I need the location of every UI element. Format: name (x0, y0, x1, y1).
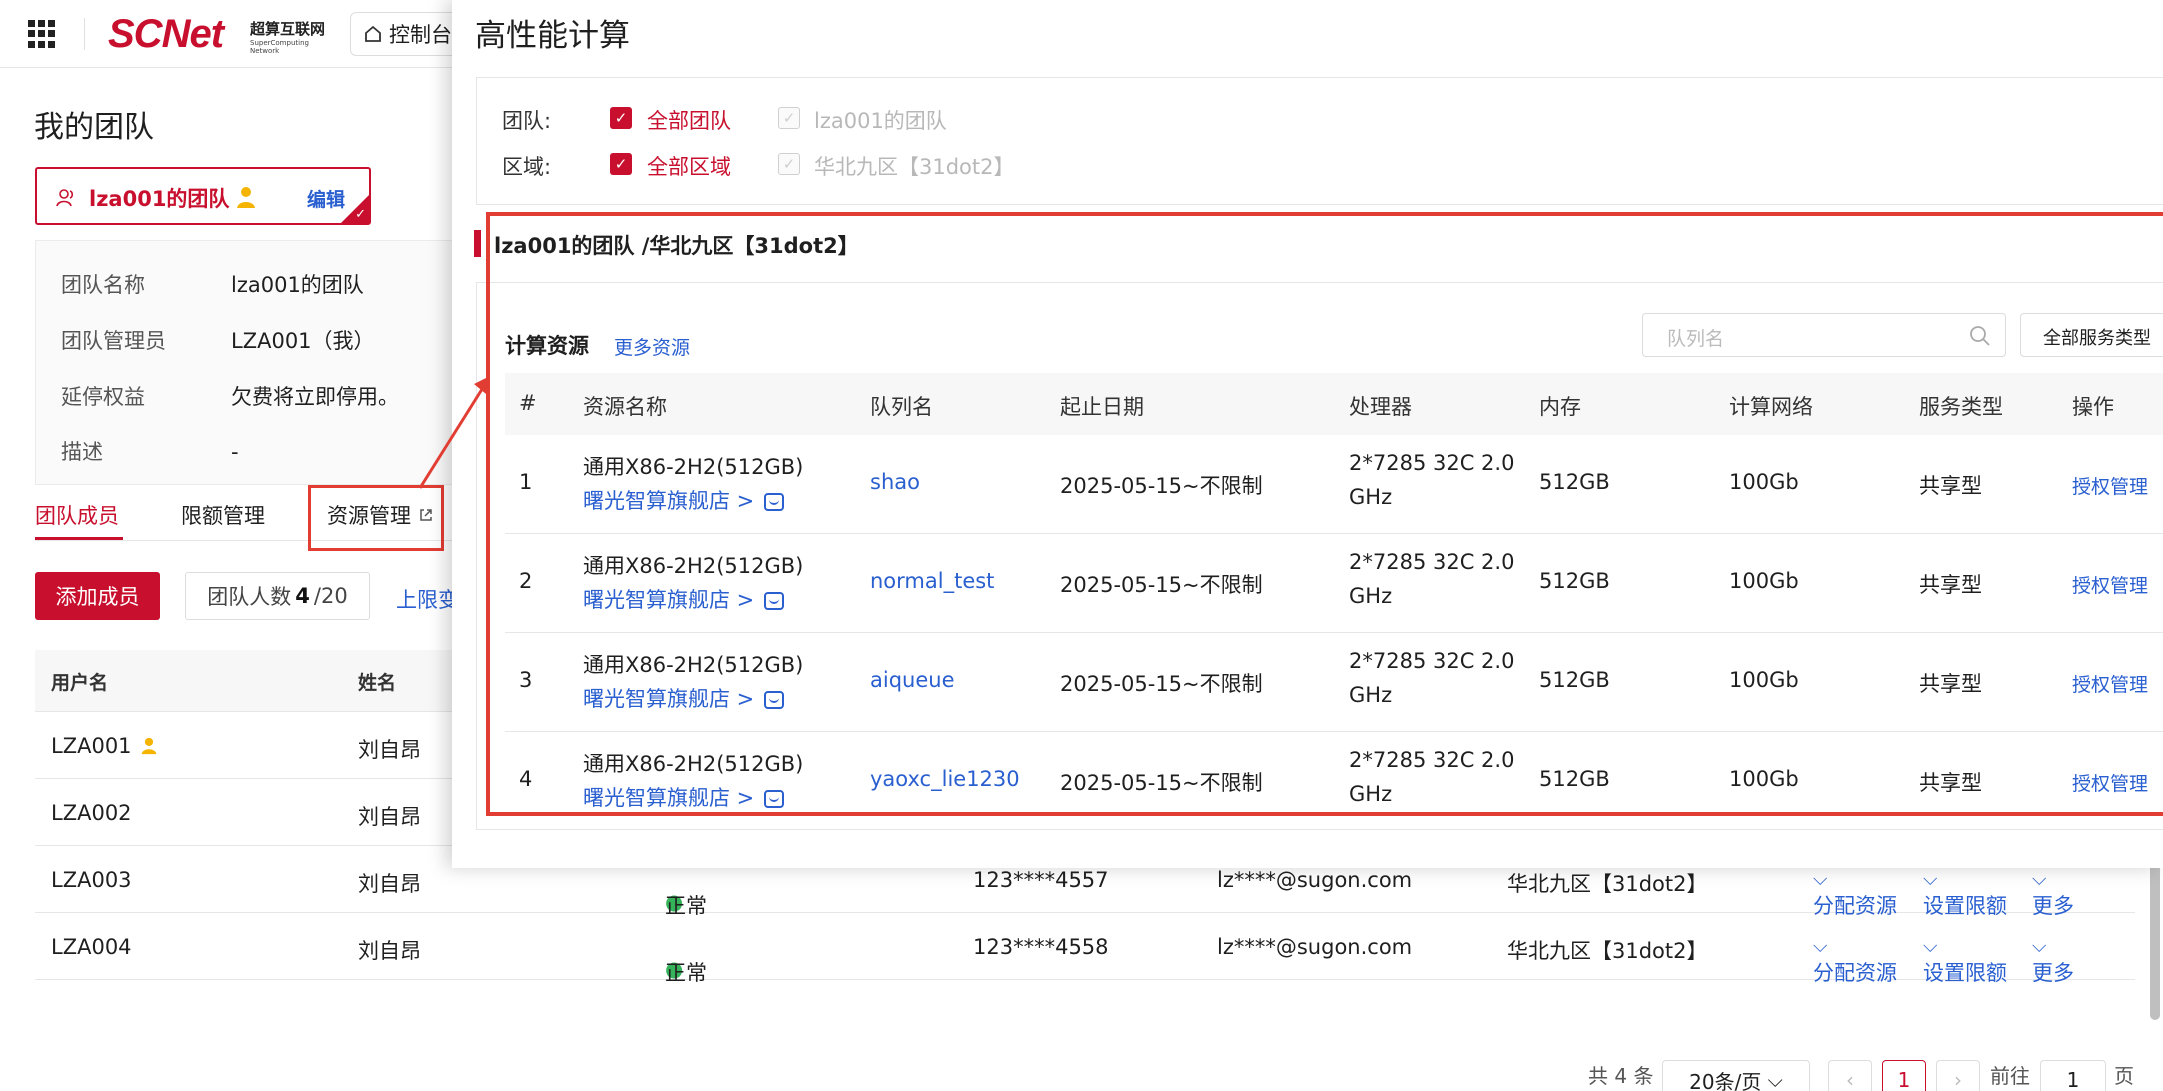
member-phone: 123****4557 (973, 868, 1109, 892)
assign-resource-button[interactable]: 分配资源 ⌵ (1813, 935, 1897, 985)
team-all-checkbox[interactable]: ✓ (610, 107, 632, 129)
member-region: 华北九区【31dot2】 (1507, 872, 1708, 896)
member-name: 刘自昂 (358, 939, 421, 963)
resource-tab-highlight (308, 485, 444, 551)
active-tab-indicator (35, 537, 123, 540)
goto-page-input[interactable]: 1 (2040, 1060, 2106, 1091)
member-email: lz****@sugon.com (1217, 868, 1413, 892)
info-key: 描述 (61, 440, 103, 464)
member-username: LZA004 (51, 935, 132, 959)
tab-members[interactable]: 团队成员 (35, 500, 119, 530)
prev-page-button[interactable]: ‹ (1828, 1060, 1872, 1091)
more-label: 更多 (2032, 961, 2074, 985)
col-name: 姓名 (358, 672, 397, 694)
info-value: 欠费将立即停用。 (231, 385, 399, 409)
console-label: 控制台 (389, 23, 452, 47)
team-option-checkbox[interactable]: ✓ (778, 107, 800, 129)
admin-badge-icon (237, 187, 255, 208)
check-icon: ✓ (355, 207, 366, 222)
app-grid-icon[interactable] (28, 20, 56, 48)
info-row-admin: 团队管理员 LZA001（我） (61, 325, 375, 355)
assign-label: 分配资源 (1813, 961, 1897, 985)
region-filter-label: 区域: (502, 155, 552, 179)
team-option-label[interactable]: lza001的团队 (814, 105, 947, 135)
info-value: lza001的团队 (231, 273, 364, 297)
table-row: LZA004 刘自昂 ● 正常 123****4558 lz****@sugon.… (35, 913, 2135, 985)
info-key: 团队管理员 (61, 329, 166, 353)
info-value: - (231, 440, 239, 464)
region-all-label[interactable]: 全部区域 (647, 151, 731, 181)
tab-limits[interactable]: 限额管理 (181, 500, 265, 530)
logo-cn: 超算互联网 (250, 20, 326, 38)
current-page[interactable]: 1 (1882, 1060, 1926, 1091)
region-option-checkbox[interactable]: ✓ (778, 153, 800, 175)
team-info: 团队名称 lza001的团队 团队管理员 LZA001（我） 延停权益 欠费将立即停用… (35, 240, 455, 485)
logo-en-2: Network (250, 47, 280, 55)
info-row-team-name: 团队名称 lza001的团队 (61, 269, 364, 299)
goto-suffix: 页 (2114, 1064, 2134, 1088)
member-count-suffix: /20 (313, 584, 348, 608)
team-all-label[interactable]: 全部团队 (647, 105, 731, 135)
goto-prefix: 前往 (1990, 1064, 2030, 1088)
panel-title: 高性能计算 (475, 18, 630, 54)
filter-box (476, 77, 2163, 205)
page-title: 我的团队 (34, 110, 154, 145)
info-key: 团队名称 (61, 273, 145, 297)
set-limit-button[interactable]: 设置限额 ⌵ (1923, 868, 2007, 918)
info-row-desc: 描述 - (61, 436, 239, 466)
member-username: LZA002 (51, 801, 132, 825)
edit-team-button[interactable]: 编辑 (307, 185, 345, 212)
next-page-button[interactable]: › (1936, 1060, 1980, 1091)
home-icon (365, 25, 381, 42)
member-email: lz****@sugon.com (1217, 935, 1413, 959)
info-value: LZA001（我） (231, 329, 375, 353)
divider (84, 18, 85, 50)
col-username: 用户名 (51, 672, 109, 694)
member-username: LZA001 (51, 734, 158, 758)
team-filter-label: 团队: (502, 109, 552, 133)
resource-highlight-frame (486, 212, 2163, 816)
member-name: 刘自昂 (358, 738, 421, 762)
region-all-checkbox[interactable]: ✓ (610, 153, 632, 175)
admin-badge-icon (141, 737, 156, 755)
page-size-select[interactable]: 20条/页 ⌵ (1662, 1060, 1810, 1091)
status-text: 正常 (665, 961, 707, 985)
page-size-label: 20条/页 (1689, 1069, 1762, 1091)
more-button[interactable]: 更多 ⌵ (2032, 935, 2074, 985)
pager-total: 共 4 条 (1588, 1064, 1654, 1088)
member-region: 华北九区【31dot2】 (1507, 939, 1708, 963)
section-marker (474, 230, 481, 257)
member-count-prefix: 团队人数 (207, 585, 292, 609)
more-button[interactable]: 更多 ⌵ (2032, 868, 2074, 918)
member-name: 刘自昂 (358, 872, 421, 896)
member-count-value: 4 (295, 584, 310, 608)
member-count: 团队人数 4 /20 (185, 572, 370, 620)
logo-en-1: SuperComputing (250, 39, 309, 47)
team-card[interactable]: lza001的团队 编辑 ✓ (35, 167, 371, 225)
region-option-label[interactable]: 华北九区【31dot2】 (814, 151, 1015, 181)
member-username: LZA003 (51, 868, 132, 892)
username-text: LZA001 (51, 734, 132, 758)
add-member-button[interactable]: 添加成员 (35, 572, 160, 620)
assign-resource-button[interactable]: 分配资源 ⌵ (1813, 868, 1897, 918)
team-card-name: lza001的团队 (89, 187, 230, 211)
limit-label: 设置限额 (1923, 961, 2007, 985)
users-icon (56, 189, 74, 207)
logo-subtitle: 超算互联网 SuperComputing Network (250, 18, 325, 55)
member-phone: 123****4558 (973, 935, 1109, 959)
info-key: 延停权益 (61, 385, 145, 409)
member-name: 刘自昂 (358, 805, 421, 829)
set-limit-button[interactable]: 设置限额 ⌵ (1923, 935, 2007, 985)
logo[interactable]: SCNet (108, 12, 224, 57)
info-row-suspend: 延停权益 欠费将立即停用。 (61, 381, 399, 411)
limit-change-link[interactable]: 上限变 (396, 584, 459, 614)
